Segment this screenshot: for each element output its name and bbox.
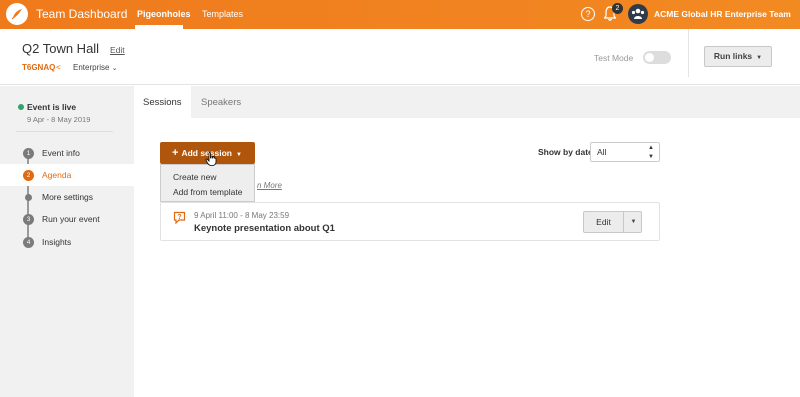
live-status-dot [18, 104, 24, 110]
session-more-dropdown[interactable]: ▼ [625, 212, 642, 232]
session-actions: Edit ▼ [583, 211, 642, 233]
session-title[interactable]: Keynote presentation about Q1 [194, 223, 335, 234]
sidebar-item-agenda[interactable]: 2 Agenda [0, 164, 134, 186]
step-number: 2 [23, 170, 34, 181]
sidebar-item-label: Run your event [42, 214, 100, 224]
svg-text:?: ? [177, 214, 181, 221]
menu-item-add-from-template[interactable]: Add from template [173, 187, 242, 197]
tab-sessions[interactable]: Sessions [134, 86, 191, 118]
app-logo-icon[interactable] [6, 3, 28, 25]
event-code: T6GNAQ [22, 63, 56, 72]
step-number: 4 [23, 237, 34, 248]
event-status: Event is live [27, 102, 77, 112]
event-dates: 9 Apr - 8 May 2019 [27, 115, 91, 124]
step-number: 3 [23, 214, 34, 225]
sidebar-item-label: Event info [42, 148, 80, 158]
sidebar-item-more-settings[interactable]: More settings [0, 186, 134, 208]
date-filter-select[interactable]: All ▲ ▼ [590, 142, 660, 162]
help-icon[interactable]: ? [581, 7, 595, 21]
learn-more-link[interactable]: n More [257, 181, 282, 190]
content-tabs: Sessions Speakers [134, 86, 800, 118]
event-header: Q2 Town Hall Edit T6GNAQ < Enterprise ⌄ … [0, 29, 800, 85]
nav-tab-templates[interactable]: Templates [202, 9, 243, 19]
plan-label: Enterprise [73, 63, 110, 72]
sidebar: Event is live 9 Apr - 8 May 2019 1 Event… [0, 86, 134, 397]
run-links-button[interactable]: Run links ▼ [704, 46, 772, 67]
sessions-panel: + Add session ▼ Create new Add from templa… [134, 118, 800, 397]
test-mode-label: Test Mode [594, 53, 634, 63]
caret-down-icon: ▼ [235, 152, 242, 158]
test-mode-toggle[interactable] [643, 51, 671, 64]
sidebar-item-event-info[interactable]: 1 Event info [0, 142, 134, 164]
select-arrows-icon: ▲ ▼ [648, 145, 654, 160]
share-icon[interactable]: < [56, 63, 61, 72]
sidebar-item-insights[interactable]: 4 Insights [0, 231, 134, 253]
team-name[interactable]: ACME Global HR Enterprise Team [654, 9, 791, 19]
plan-selector[interactable]: Enterprise ⌄ [73, 63, 118, 72]
sidebar-item-label: Insights [42, 237, 72, 247]
sidebar-item-run-your-event[interactable]: 3 Run your event [0, 208, 134, 230]
header-divider [688, 29, 689, 77]
app-title[interactable]: Team Dashboard [36, 7, 127, 21]
nav-tab-pigeonholes[interactable]: Pigeonholes [137, 9, 191, 19]
hand-cursor-icon [205, 152, 217, 166]
team-avatar[interactable] [628, 4, 648, 24]
notification-count-badge: 2 [612, 3, 623, 14]
sidebar-item-label: Agenda [42, 170, 72, 180]
step-number: 1 [23, 148, 34, 159]
add-session-menu: Create new Add from template [160, 164, 255, 202]
chevron-down-icon: ⌄ [111, 65, 118, 72]
sidebar-item-label: More settings [42, 192, 94, 202]
sidebar-divider [16, 131, 113, 132]
edit-session-button[interactable]: Edit [584, 212, 624, 232]
event-title: Q2 Town Hall [22, 41, 100, 56]
edit-event-link[interactable]: Edit [110, 45, 125, 55]
run-links-label: Run links [713, 51, 753, 61]
step-dot [25, 194, 32, 201]
caret-down-icon: ▼ [630, 219, 637, 225]
session-time: 9 April 11:00 - 8 May 23:59 [194, 211, 290, 220]
plus-icon: + [172, 147, 179, 159]
session-card[interactable]: ? 9 April 11:00 - 8 May 23:59 Keynote pr… [160, 202, 660, 241]
top-navigation-bar: Team Dashboard Pigeonholes Templates ? 2… [0, 0, 800, 29]
show-by-date-label: Show by date [538, 147, 593, 157]
tab-speakers[interactable]: Speakers [192, 86, 250, 118]
caret-down-icon: ▼ [756, 55, 763, 61]
people-icon [631, 8, 645, 19]
menu-item-create-new[interactable]: Create new [173, 172, 216, 182]
question-bubble-icon: ? [173, 211, 186, 224]
date-filter-value: All [597, 147, 607, 157]
